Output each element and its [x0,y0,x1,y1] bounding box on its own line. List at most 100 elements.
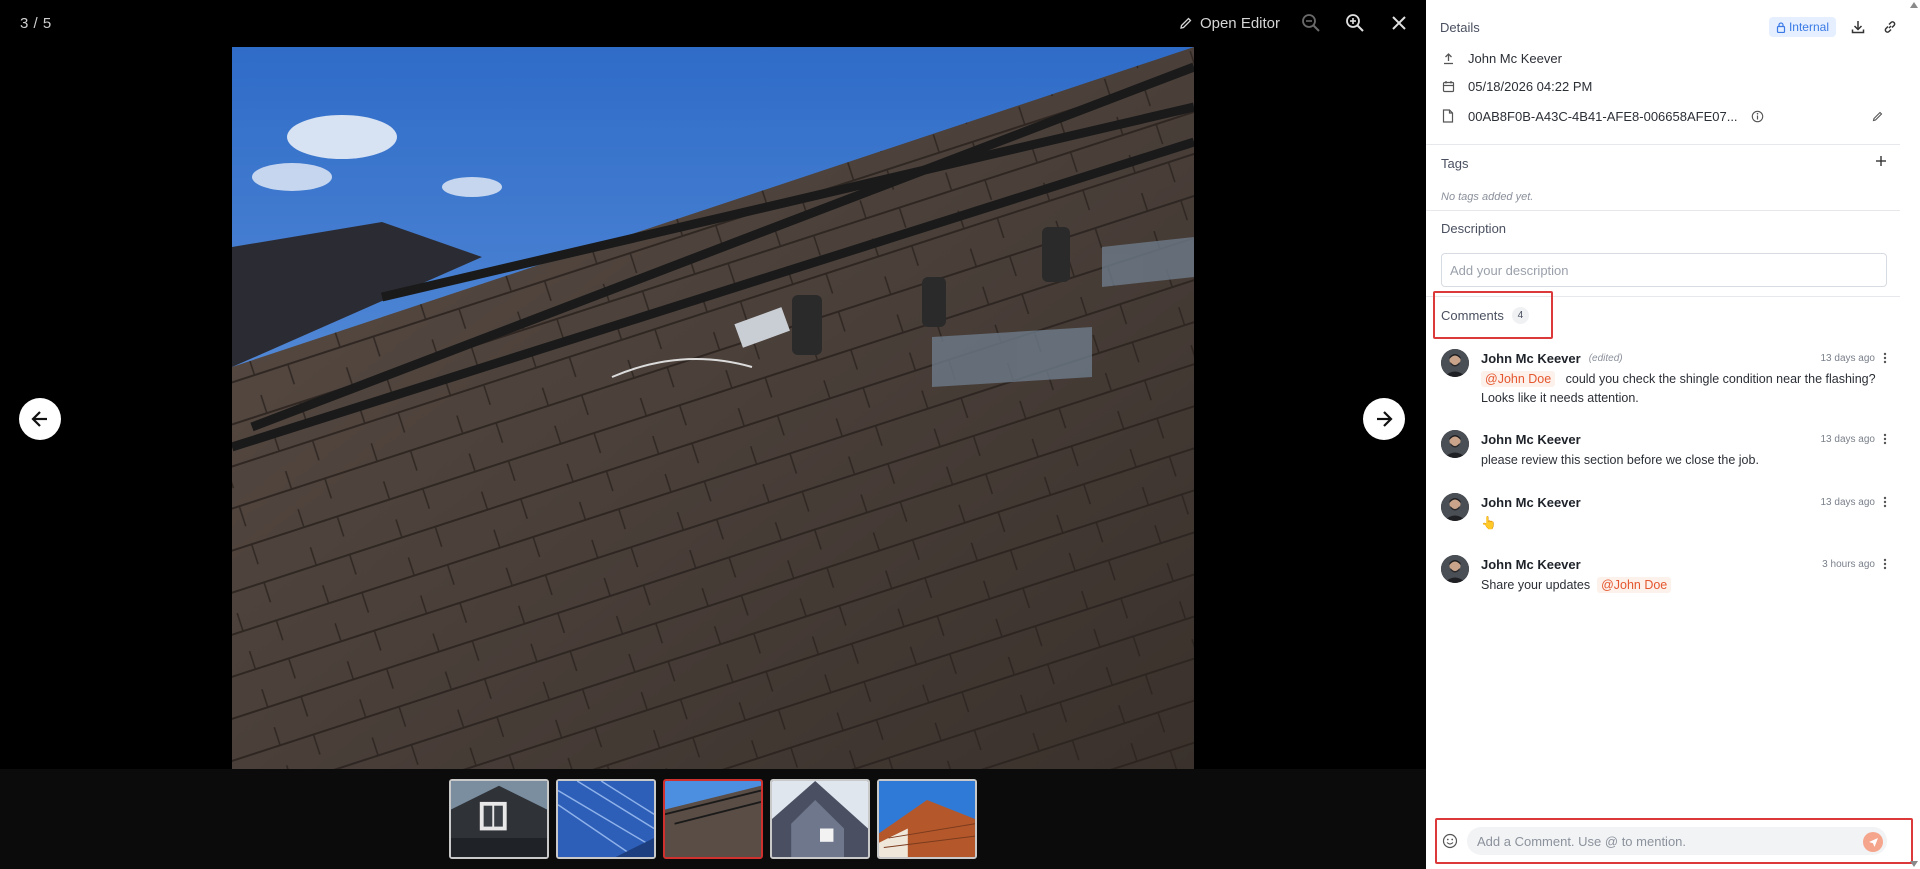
comment-message: please review this section before we clo… [1481,453,1759,467]
pencil-icon [1180,17,1192,29]
zoom-in-button[interactable] [1342,10,1368,36]
comment-message: 👆 [1481,516,1497,530]
send-icon [1868,837,1878,847]
add-tag-button[interactable] [1875,154,1887,172]
comment-more-button[interactable] [1879,557,1891,571]
arrow-left-icon [31,411,47,427]
avatar [1441,430,1469,458]
description-header: Description [1441,220,1915,238]
details-sidebar: Details Internal John Mc Keever 05/18/20… [1426,0,1920,869]
thumbnail-1[interactable] [449,779,549,859]
divider [1426,144,1900,145]
download-icon [1851,21,1865,34]
comment-input[interactable] [1467,827,1887,855]
comment-more-button[interactable] [1879,351,1891,365]
thumbnail-4[interactable] [770,779,870,859]
image-counter: 3 / 5 [20,15,52,32]
thumbnail-2[interactable] [556,779,656,859]
close-button[interactable] [1386,10,1412,36]
emoji-icon [1442,833,1458,849]
zoom-in-icon [1346,14,1364,32]
comment-composer [1435,818,1913,864]
open-editor-label: Open Editor [1199,14,1280,32]
mention-tag[interactable]: @John Doe [1481,371,1556,387]
download-button[interactable] [1848,20,1868,34]
comment-edited-label: (edited) [1588,352,1623,364]
tags-title: Tags [1441,155,1469,171]
comment-body: John Mc Keever 3 hours ago Share your up… [1481,555,1891,595]
description-title: Description [1441,221,1507,236]
comments-title: Comments [1441,307,1504,323]
uploader-row: John Mc Keever [1440,50,1562,66]
avatar [1441,555,1469,583]
main-photo [232,47,1194,769]
details-header: Details Internal [1440,14,1900,40]
comment-body: John Mc Keever (edited) 13 days ago @Joh… [1481,349,1891,408]
upload-icon [1440,50,1456,66]
pencil-icon [1872,111,1883,122]
edit-filename-button[interactable] [1870,108,1886,124]
comment-body: John Mc Keever 13 days ago please review… [1481,430,1891,470]
comment-more-button[interactable] [1879,495,1891,509]
comment-time: 13 days ago [1820,496,1876,508]
image-viewer: 3 / 5 Open Editor [0,0,1426,869]
internal-badge[interactable]: Internal [1768,17,1836,37]
calendar-icon [1440,78,1456,94]
date-row: 05/18/2026 04:22 PM [1440,78,1592,94]
comment-author: John Mc Keever [1481,494,1581,510]
upload-date: 05/18/2026 04:22 PM [1468,78,1593,94]
file-id-row: 00AB8F0B-A43C-4B41-AFE8-006658AFE07... [1440,108,1886,124]
description-input[interactable] [1441,253,1887,287]
comment-item: John Mc Keever 13 days ago 👆 [1441,493,1891,537]
comment-text: @John Doe could you check the shingle co… [1481,370,1891,408]
copy-link-button[interactable] [1880,20,1900,34]
comment-time: 13 days ago [1820,352,1876,364]
next-image-button[interactable] [1363,398,1405,440]
scroll-down-arrow[interactable] [1910,861,1918,867]
comment-more-button[interactable] [1879,432,1891,446]
plus-icon [1876,156,1886,166]
comments-count-badge: 4 [1511,306,1529,324]
file-id: 00AB8F0B-A43C-4B41-AFE8-006658AFE07... [1468,108,1738,124]
tags-header: Tags [1441,153,1887,173]
comment-item: John Mc Keever (edited) 13 days ago @Joh… [1441,349,1891,409]
info-icon[interactable] [1750,108,1766,124]
file-icon [1440,108,1456,124]
internal-badge-label: Internal [1788,20,1829,34]
zoom-out-icon [1302,14,1320,32]
close-icon [1392,16,1406,30]
comment-author: John Mc Keever [1481,431,1581,447]
tags-empty-state: No tags added yet. [1441,187,1915,205]
thumbnail-3[interactable] [663,779,763,859]
avatar [1441,349,1469,377]
thumbnail-5[interactable] [877,779,977,859]
comments-header: Comments 4 [1433,291,1553,339]
more-vertical-icon [1883,352,1887,364]
comment-body: John Mc Keever 13 days ago 👆 [1481,493,1891,533]
avatar [1441,493,1469,521]
more-vertical-icon [1883,433,1887,445]
uploader-name: John Mc Keever [1468,50,1562,66]
zoom-out-button[interactable] [1298,10,1324,36]
viewer-toolbar: Open Editor [1179,10,1412,36]
thumbnail-strip [0,769,1426,869]
comment-item: John Mc Keever 13 days ago please review… [1441,430,1891,474]
mention-tag[interactable]: @John Doe [1597,577,1672,593]
open-editor-button[interactable]: Open Editor [1179,15,1280,32]
link-icon [1884,21,1896,33]
comment-author: John Mc Keever [1481,350,1581,366]
previous-image-button[interactable] [19,398,61,440]
send-comment-button[interactable] [1863,832,1883,852]
tags-empty-text: No tags added yet. [1441,191,1534,203]
emoji-button[interactable] [1442,833,1460,851]
lock-icon [1776,21,1786,33]
arrow-right-icon [1377,411,1393,427]
divider [1426,210,1900,211]
comment-author: John Mc Keever [1481,556,1581,572]
comment-time: 3 hours ago [1822,558,1875,570]
comment-item: John Mc Keever 3 hours ago Share your up… [1441,555,1891,599]
more-vertical-icon [1883,558,1887,570]
scroll-up-arrow[interactable] [1910,2,1918,8]
comment-time: 13 days ago [1820,433,1876,445]
details-title: Details [1440,19,1480,35]
